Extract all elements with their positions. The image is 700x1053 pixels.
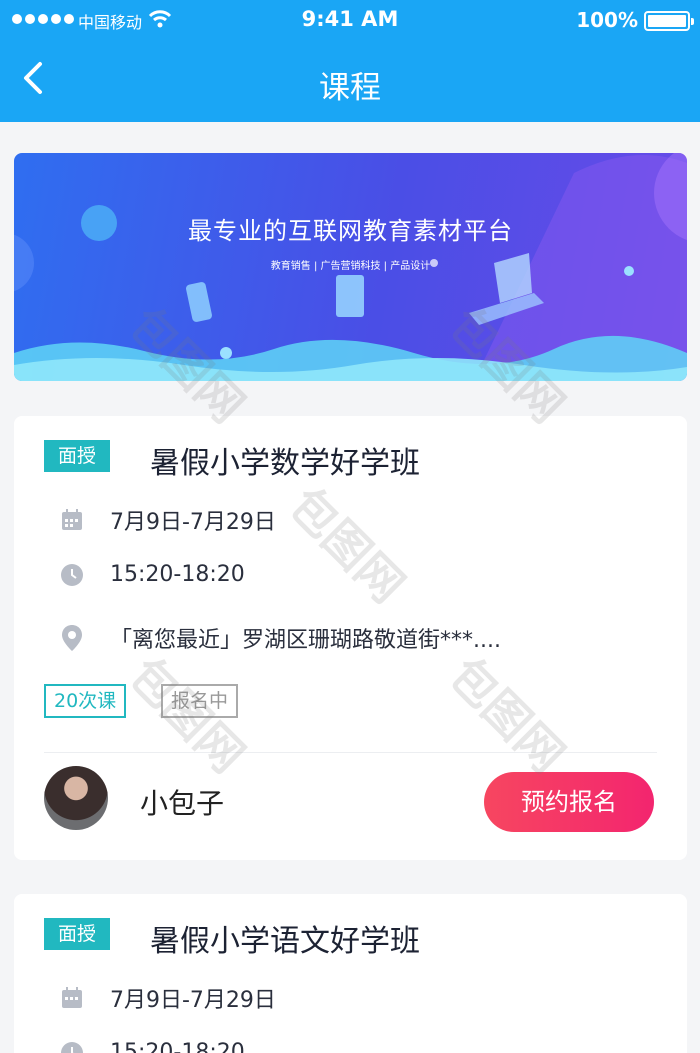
page-title: 课程 [319, 70, 381, 106]
course-date: 7月9日-7月29日 [110, 988, 276, 1013]
clock-icon [60, 1041, 84, 1053]
enroll-button[interactable]: 预约报名 [484, 772, 654, 832]
course-time-row: 15:20-18:20 [60, 562, 245, 587]
course-title: 暑假小学数学好学班 [150, 446, 420, 481]
course-date: 7月9日-7月29日 [110, 510, 276, 535]
course-location: 「离您最近」罗湖区珊瑚路敬道街***.... [110, 628, 501, 653]
course-type-tag: 面授 [44, 440, 110, 472]
promo-banner[interactable]: 最专业的互联网教育素材平台 教育销售 | 广告营销科技 | 产品设计 [14, 153, 687, 381]
course-time: 15:20-18:20 [110, 562, 245, 587]
battery-icon [644, 11, 694, 31]
calendar-icon [60, 986, 84, 1010]
course-type-tag: 面授 [44, 918, 110, 950]
lesson-count-badge: 20次课 [44, 684, 127, 718]
location-pin-icon [60, 625, 84, 651]
teacher-avatar [44, 766, 108, 830]
top-bar: 中国移动 9:41 AM 100% 课程 [0, 0, 700, 122]
battery-percent: 100% [576, 8, 638, 32]
calendar-icon [60, 508, 84, 532]
divider [44, 752, 657, 753]
enroll-status-badge: 报名中 [161, 684, 239, 718]
clock-icon [60, 563, 84, 587]
phone-icon [186, 282, 212, 322]
course-time-row: 15:20-18:20 [60, 1040, 245, 1053]
course-card[interactable]: 面授 暑假小学语文好学班 7月9日-7月29日 15:20-18:20 [14, 894, 687, 1053]
teacher-name: 小包子 [140, 787, 225, 820]
banner-subtitle: 教育销售 | 广告营销科技 | 产品设计 [270, 261, 431, 272]
course-date-row: 7月9日-7月29日 [60, 982, 276, 1014]
status-bar: 中国移动 9:41 AM 100% [0, 0, 700, 40]
course-title: 暑假小学语文好学班 [150, 924, 420, 959]
course-location-row: 「离您最近」罗湖区珊瑚路敬道街***.... [60, 622, 501, 654]
course-card[interactable]: 面授 暑假小学数学好学班 7月9日-7月29日 15:20-18:20 「离您最… [14, 416, 687, 860]
banner-title: 最专业的互联网教育素材平台 [188, 217, 513, 245]
course-time: 15:20-18:20 [110, 1040, 245, 1053]
course-date-row: 7月9日-7月29日 [60, 504, 276, 536]
